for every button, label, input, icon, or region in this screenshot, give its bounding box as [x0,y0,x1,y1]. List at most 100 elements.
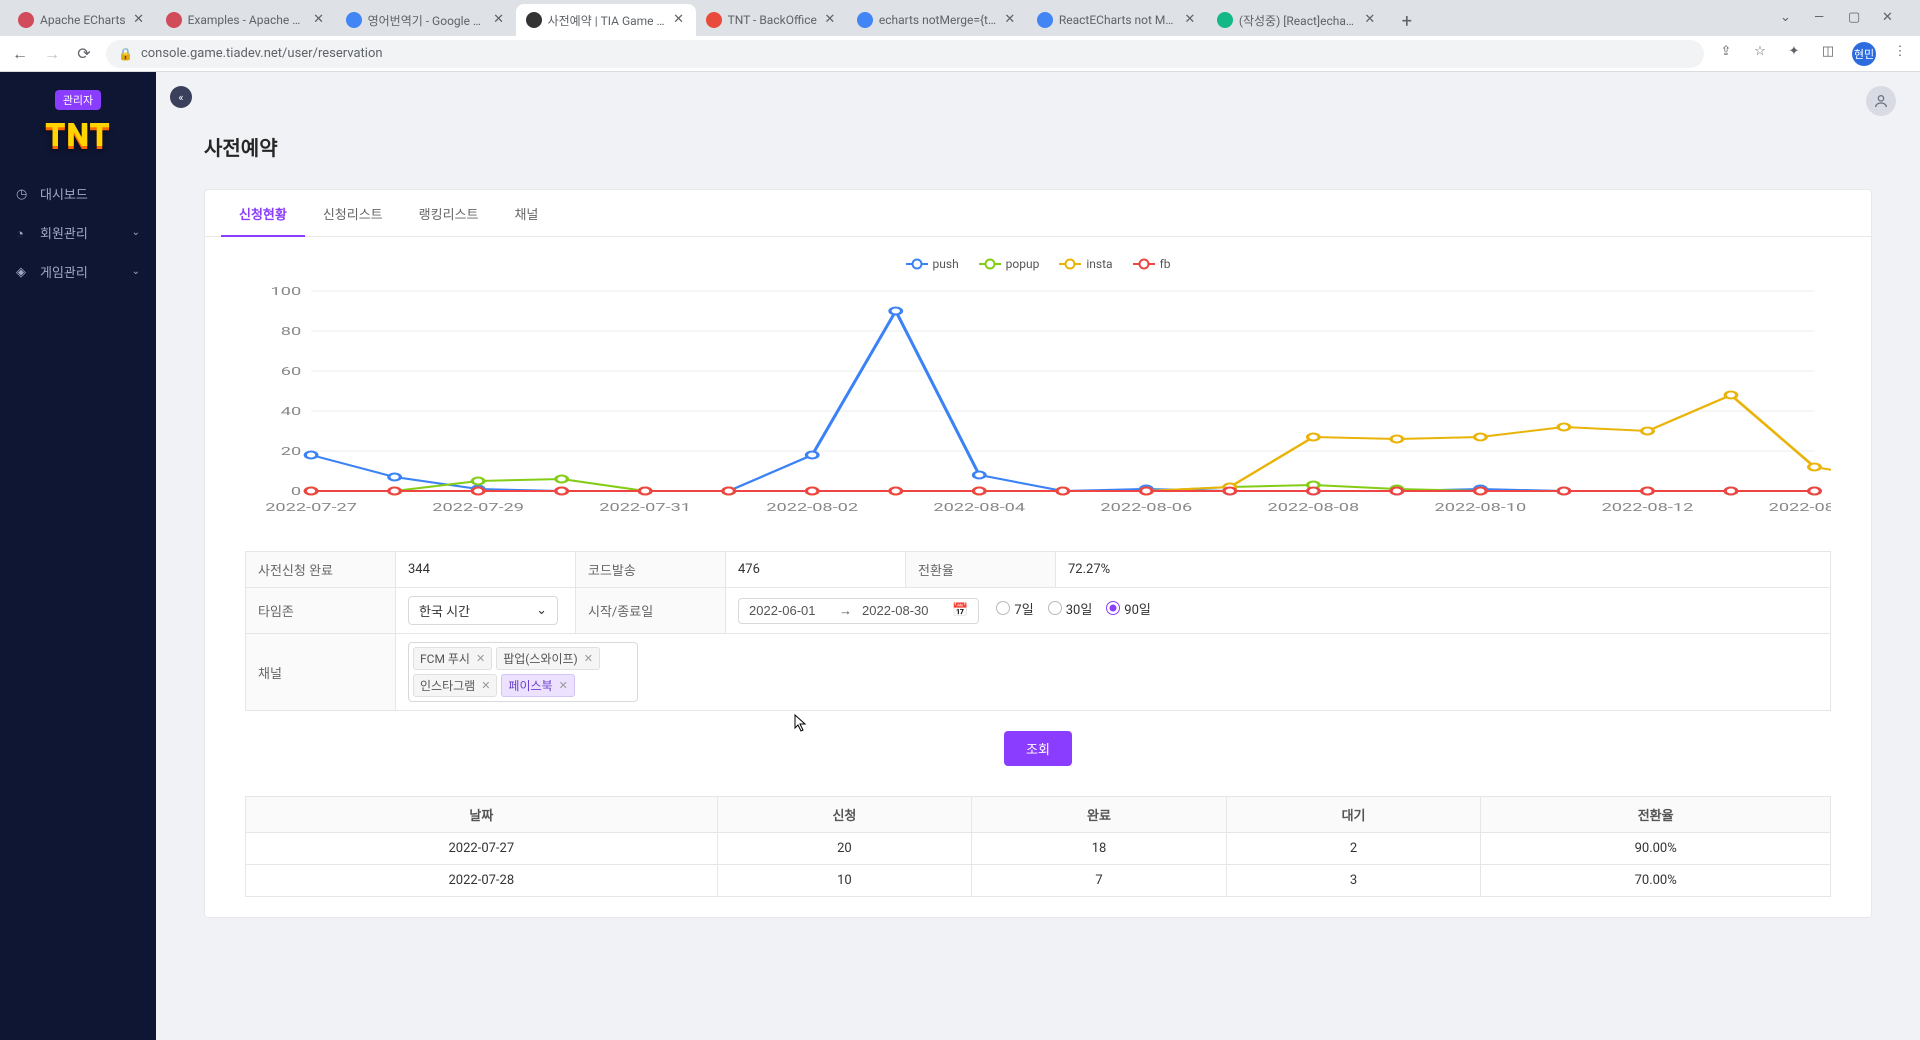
svg-text:2022-08-14: 2022-08-14 [1769,501,1831,514]
svg-text:20: 20 [281,445,301,458]
tab-title: 사전예약 | TIA Game Ma [548,12,666,29]
chart-legend: push popup insta fb [245,257,1831,271]
browser-tab[interactable]: TNT - BackOffice ✕ [696,4,847,36]
svg-text:0: 0 [291,485,301,498]
browser-tab[interactable]: ReactECharts not Merge ✕ [1027,4,1207,36]
filter-label-completed: 사전신청 완료 [246,552,396,588]
browser-tab[interactable]: 영어번역기 - Google 검색 ✕ [336,4,516,36]
sidebar-item-dashboard[interactable]: ◷ 대시보드 [0,174,156,213]
tab-favicon [1037,12,1053,28]
window-maximize-icon[interactable]: ▢ [1848,10,1864,26]
filter-label-timezone: 타임존 [246,588,396,634]
table-row: 2022-07-28107370.00% [246,865,1831,897]
svg-text:2022-08-06: 2022-08-06 [1100,501,1192,514]
game-icon: ◈ [16,265,30,279]
tab-close-icon[interactable]: ✕ [1363,13,1377,27]
date-preset-radio[interactable]: 30일 [1048,599,1093,618]
lock-icon: 🔒 [118,47,133,61]
browser-tab[interactable]: Examples - Apache ECha ✕ [156,4,336,36]
legend-swatch [1133,259,1155,269]
svg-text:2022-07-29: 2022-07-29 [432,501,524,514]
tab-close-icon[interactable]: ✕ [132,13,146,27]
filter-value-completed: 344 [396,552,576,588]
nav-reload-icon[interactable]: ⟳ [74,44,94,64]
window-dropdown-icon[interactable]: ⌄ [1780,10,1796,26]
content-tab[interactable]: 채널 [496,190,556,237]
table-header: 날짜 [246,797,718,833]
date-preset-radio[interactable]: 7일 [996,599,1033,618]
content-tab[interactable]: 신청현황 [221,190,305,237]
share-icon[interactable]: ⇪ [1716,44,1736,64]
page-title: 사전예약 [204,132,1872,161]
install-icon[interactable]: ◫ [1818,44,1838,64]
browser-tab[interactable]: (작성중) [React]echarts H ✕ [1207,4,1387,36]
legend-item-push[interactable]: push [906,257,959,271]
sidebar-item-user[interactable]: ◔ 회원관리 ⌄ [0,213,156,252]
date-start-input[interactable] [749,603,829,618]
kebab-menu-icon[interactable]: ⋮ [1890,44,1910,64]
channel-multiselect[interactable]: FCM 푸시✕팝업(스와이프)✕ 인스타그램✕페이스북✕ [408,642,638,702]
bookmark-icon[interactable]: ☆ [1750,44,1770,64]
sidebar-item-label: 게임관리 [40,262,88,281]
date-end-input[interactable] [862,603,942,618]
channel-tag[interactable]: 팝업(스와이프)✕ [496,647,600,670]
tab-title: Examples - Apache ECha [188,13,306,27]
legend-swatch [979,259,1001,269]
browser-tab[interactable]: 사전예약 | TIA Game Ma ✕ [516,4,696,36]
tag-remove-icon[interactable]: ✕ [481,679,490,692]
svg-text:80: 80 [281,325,301,338]
window-close-icon[interactable]: ✕ [1882,10,1898,26]
channel-tag[interactable]: 인스타그램✕ [413,674,497,697]
chevron-down-icon: ⌄ [132,266,140,277]
browser-tab[interactable]: Apache ECharts ✕ [8,4,156,36]
user-menu-button[interactable] [1866,86,1896,116]
results-table: 날짜신청완료대기전환율 2022-07-272018290.00%2022-07… [245,796,1831,897]
tab-close-icon[interactable]: ✕ [492,13,506,27]
legend-item-popup[interactable]: popup [979,257,1040,271]
new-tab-button[interactable]: + [1393,8,1421,36]
channel-tag[interactable]: 페이스북✕ [501,674,574,697]
window-minimize-icon[interactable]: ― [1814,10,1830,26]
legend-item-fb[interactable]: fb [1133,257,1171,271]
date-range-picker[interactable]: → 📅 [738,598,979,624]
tab-favicon [1217,12,1233,28]
sidebar-item-label: 대시보드 [40,184,88,203]
nav-back-icon[interactable]: ← [10,44,30,64]
legend-item-insta[interactable]: insta [1059,257,1112,271]
profile-avatar[interactable]: 현민 [1852,42,1876,66]
content-tab[interactable]: 랭킹리스트 [401,190,497,237]
tab-close-icon[interactable]: ✕ [1183,13,1197,27]
browser-tab[interactable]: echarts notMerge={true} ✕ [847,4,1027,36]
sidebar-item-game[interactable]: ◈ 게임관리 ⌄ [0,252,156,291]
tab-close-icon[interactable]: ✕ [823,13,837,27]
sidebar-collapse-button[interactable]: « [170,86,192,108]
tab-title: Apache ECharts [40,13,126,27]
svg-text:2022-08-10: 2022-08-10 [1435,501,1527,514]
table-row: 2022-07-272018290.00% [246,833,1831,865]
tag-remove-icon[interactable]: ✕ [476,652,485,665]
timezone-select[interactable]: 한국 시간 ⌄ [408,596,558,625]
line-chart: 0204060801002022-07-272022-07-292022-07-… [245,281,1831,521]
url-input[interactable]: 🔒 console.game.tiadev.net/user/reservati… [106,40,1704,68]
date-preset-radio[interactable]: 90일 [1106,599,1151,618]
tab-title: (작성중) [React]echarts H [1239,12,1357,29]
search-button[interactable]: 조회 [1004,731,1072,766]
content-tab[interactable]: 신청리스트 [305,190,401,237]
sidebar: 관리자 TNT ◷ 대시보드 ◔ 회원관리 ⌄◈ 게임관리 ⌄ [0,72,156,1040]
table-header: 신청 [717,797,972,833]
address-bar: ← → ⟳ 🔒 console.game.tiadev.net/user/res… [0,36,1920,72]
tab-favicon [526,12,542,28]
extensions-icon[interactable]: ✦ [1784,44,1804,64]
tag-remove-icon[interactable]: ✕ [584,652,593,665]
filter-label-channel: 채널 [246,634,396,711]
calendar-icon: 📅 [952,603,968,618]
tab-close-icon[interactable]: ✕ [312,13,326,27]
tab-title: ReactECharts not Merge [1059,13,1177,27]
tab-close-icon[interactable]: ✕ [1003,13,1017,27]
channel-tag[interactable]: FCM 푸시✕ [413,647,492,670]
tab-title: TNT - BackOffice [728,13,817,27]
tag-remove-icon[interactable]: ✕ [559,679,568,692]
filter-label-conversion: 전환율 [906,552,1056,588]
tab-close-icon[interactable]: ✕ [672,13,686,27]
filter-label-codesent: 코드발송 [576,552,726,588]
